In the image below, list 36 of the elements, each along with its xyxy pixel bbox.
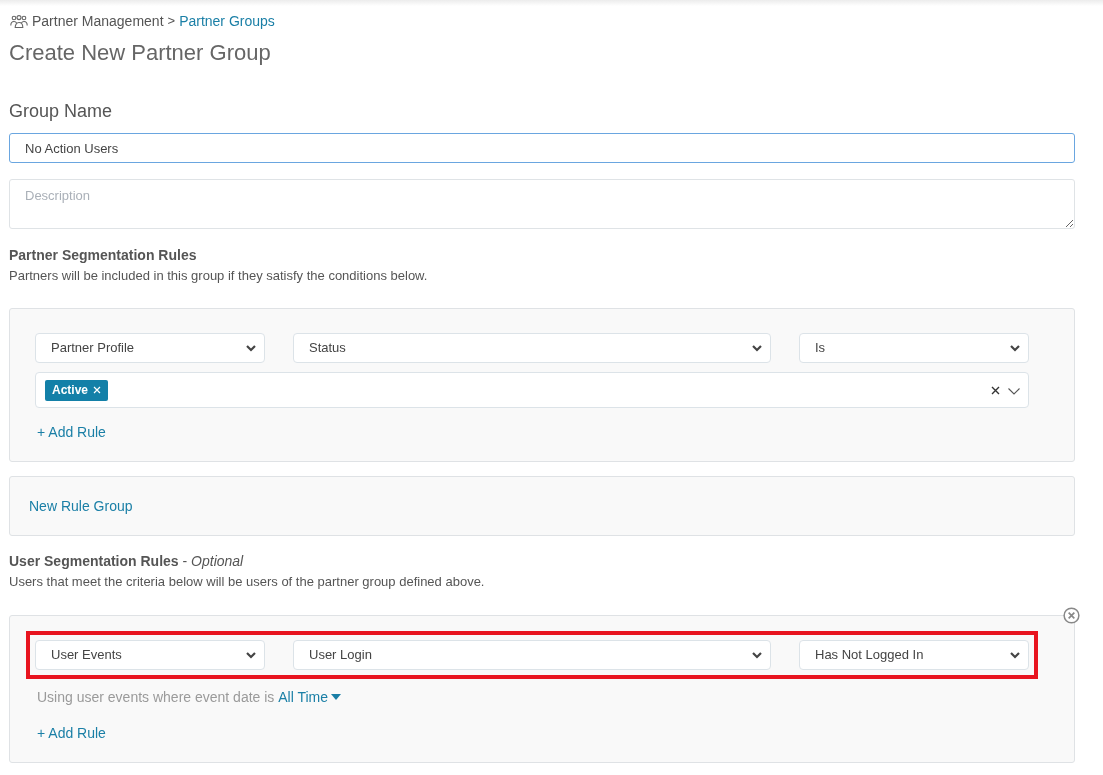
description-field[interactable]: Description	[9, 179, 1075, 229]
tag-input-field[interactable]: Active	[35, 372, 1029, 408]
dropdown[interactable]: Partner Profile	[35, 333, 265, 363]
dropdown[interactable]: Is	[799, 333, 1029, 363]
dropdown[interactable]: Status	[293, 333, 771, 363]
section-heading: Partner Segmentation Rules	[9, 246, 198, 265]
section-description: Partners will be included in this group if they satisfy the conditions below.	[9, 267, 429, 285]
add-rule-link[interactable]: + Add Rule	[37, 724, 1038, 742]
date-filter-text: Using user events where event date is All Time	[37, 688, 1038, 706]
caret-down-icon	[331, 694, 342, 700]
breadcrumb-separator: >	[167, 12, 176, 31]
new-rule-group-link[interactable]: New Rule Group	[29, 495, 133, 517]
breadcrumb-item: Partner Management	[32, 11, 164, 31]
section-heading: User Segmentation Rules - Optional	[9, 552, 245, 571]
add-rule-link[interactable]: + Add Rule	[37, 423, 1038, 441]
date-range-link[interactable]: All Time	[278, 688, 342, 706]
chevron-down-icon	[246, 344, 256, 352]
dropdown[interactable]: User Login	[293, 640, 771, 670]
chevron-down-icon	[752, 344, 762, 352]
breadcrumb-link[interactable]: Partner Groups	[179, 10, 275, 32]
chevron-down-icon	[1010, 651, 1020, 659]
dropdown[interactable]: Has Not Logged In	[799, 640, 1029, 670]
section-description: Users that meet the criteria below will be users of the partner group defined above.	[9, 573, 486, 591]
tag-label: Active	[52, 382, 89, 399]
close-icon[interactable]	[93, 386, 102, 394]
group-name-input[interactable]: No Action Users	[9, 133, 1075, 163]
close-circle-icon[interactable]	[1063, 607, 1080, 624]
field-label: Group Name	[9, 100, 114, 123]
chevron-down-icon	[246, 651, 256, 659]
page-title: Create New Partner Group	[9, 39, 272, 67]
clear-icon[interactable]	[991, 385, 1000, 395]
dropdown[interactable]: User Events	[35, 640, 265, 670]
chevron-down-icon	[1010, 344, 1020, 352]
chevron-down-icon	[752, 651, 762, 659]
chevron-down-icon[interactable]	[1008, 388, 1020, 395]
users-icon	[10, 14, 28, 28]
